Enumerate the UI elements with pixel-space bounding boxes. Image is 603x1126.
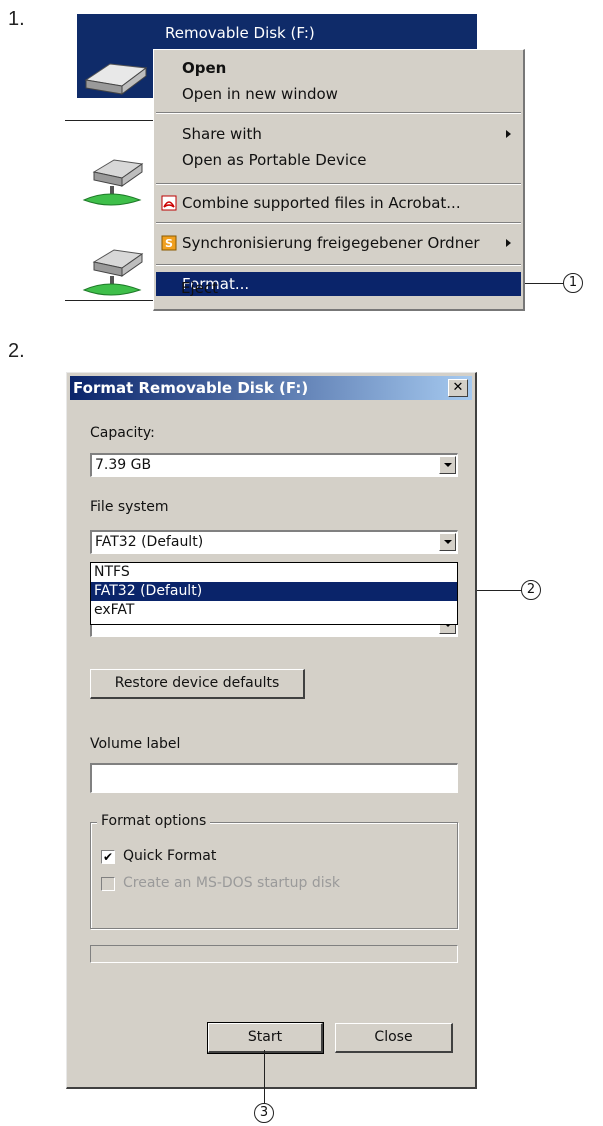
menu-item-share-with[interactable]: Share with: [156, 122, 521, 146]
menu-separator: [156, 264, 521, 266]
menu-item-open-new-window[interactable]: Open in new window: [156, 82, 521, 106]
step-number-2: 2.: [8, 340, 25, 362]
format-progress-bar: [90, 945, 458, 963]
dialog-titlebar[interactable]: Format Removable Disk (F:) ✕: [70, 376, 472, 400]
start-button[interactable]: Start: [207, 1022, 324, 1054]
callout-line-3: [264, 1050, 265, 1104]
menu-item-label: Share with: [182, 125, 262, 143]
callout-1: 1: [563, 273, 583, 293]
selected-drive-label: Removable Disk (F:): [165, 24, 315, 42]
filesystem-value: FAT32 (Default): [95, 534, 204, 550]
format-options-label: Format options: [97, 813, 211, 829]
quick-format-label[interactable]: Quick Format: [123, 848, 216, 864]
callout-2: 2: [521, 580, 541, 600]
format-dialog: Format Removable Disk (F:) ✕ Capacity: 7…: [66, 372, 477, 1089]
menu-item-combine-acrobat[interactable]: Combine supported files in Acrobat...: [156, 191, 521, 215]
filesystem-select[interactable]: FAT32 (Default): [90, 530, 458, 554]
callout-line-1: [525, 283, 565, 284]
step-number-1: 1.: [8, 8, 25, 30]
capacity-value: 7.39 GB: [95, 457, 152, 473]
filesystem-option-fat32[interactable]: FAT32 (Default): [91, 582, 457, 601]
context-menu: Open Open in new window Share with Open …: [153, 49, 525, 311]
msdos-startup-label: Create an MS-DOS startup disk: [123, 875, 341, 891]
network-drive-icon: [82, 159, 144, 206]
filesystem-dropdown-list: NTFS FAT32 (Default) exFAT: [90, 562, 458, 625]
filesystem-option-exfat[interactable]: exFAT: [91, 601, 457, 620]
close-button[interactable]: Close: [335, 1023, 453, 1053]
menu-item-open-portable[interactable]: Open as Portable Device: [156, 148, 521, 172]
close-icon[interactable]: ✕: [448, 379, 468, 397]
acrobat-icon: [161, 195, 177, 211]
filesystem-option-ntfs[interactable]: NTFS: [91, 563, 457, 582]
quick-format-checkbox[interactable]: ✔: [101, 850, 115, 864]
menu-item-open[interactable]: Open: [156, 56, 521, 80]
chevron-down-icon[interactable]: [439, 533, 456, 551]
removable-drive-icon: [84, 63, 148, 95]
restore-defaults-button[interactable]: Restore device defaults: [90, 669, 305, 699]
callout-3: 3: [254, 1103, 274, 1123]
menu-separator: [156, 112, 521, 114]
sync-folder-icon: S: [161, 235, 177, 251]
menu-item-sync-folder[interactable]: S Synchronisierung freigegebener Ordner: [156, 231, 521, 255]
menu-item-label: Synchronisierung freigegebener Ordner: [182, 234, 480, 252]
explorer-divider: [65, 300, 155, 301]
explorer-divider: [65, 120, 155, 121]
menu-separator: [156, 222, 521, 224]
svg-text:S: S: [165, 237, 173, 250]
submenu-arrow-icon: [506, 130, 511, 138]
capacity-select[interactable]: 7.39 GB: [90, 453, 458, 477]
msdos-startup-checkbox: [101, 877, 115, 891]
capacity-label: Capacity:: [90, 425, 155, 441]
callout-line-2: [477, 590, 522, 591]
chevron-down-icon[interactable]: [439, 456, 456, 474]
submenu-arrow-icon: [506, 239, 511, 247]
volume-label-input[interactable]: [90, 763, 458, 793]
dialog-title: Format Removable Disk (F:): [73, 379, 309, 397]
menu-item-label: Combine supported files in Acrobat...: [182, 194, 461, 212]
menu-separator: [156, 183, 521, 185]
filesystem-label: File system: [90, 499, 169, 515]
volume-label-label: Volume label: [90, 736, 181, 752]
network-drive-icon: [82, 249, 144, 296]
menu-item-eject-label[interactable]: Eject: [181, 279, 218, 297]
